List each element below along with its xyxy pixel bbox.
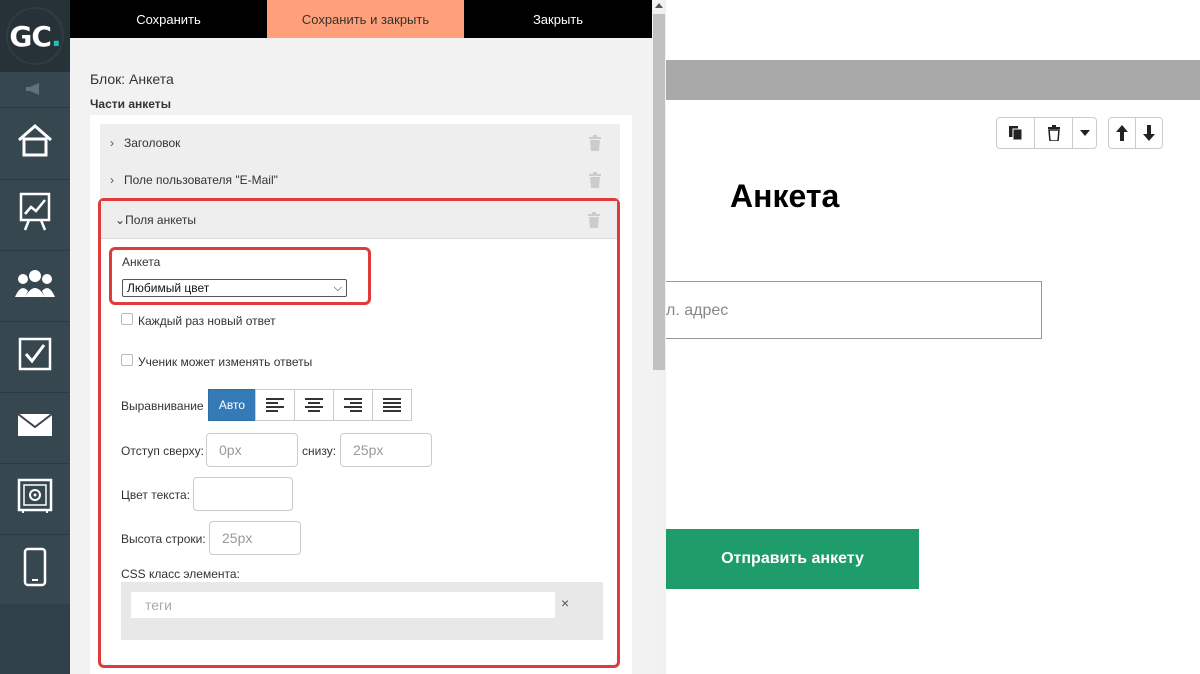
align-right-button[interactable] xyxy=(333,389,373,421)
tags-input[interactable]: теги xyxy=(131,592,555,618)
sidebar-item-mobile[interactable] xyxy=(0,534,70,604)
block-title: Блок: Анкета xyxy=(90,71,174,87)
line-height-input[interactable]: 25px xyxy=(209,521,301,555)
survey-select-group: Анкета Любимый цвет ⌵ xyxy=(109,247,371,305)
survey-select[interactable]: Любимый цвет ⌵ xyxy=(122,279,347,297)
new-answer-checkbox[interactable] xyxy=(121,313,133,325)
trash-icon[interactable] xyxy=(587,212,601,231)
chevron-down-icon: ⌄ xyxy=(115,212,126,227)
block-editor-panel: Сохранить Сохранить и закрыть Закрыть Бл… xyxy=(70,0,652,674)
sidebar-item-home[interactable] xyxy=(0,107,70,177)
part-survey-fields-header[interactable]: ⌄ Поля анкеты xyxy=(101,201,617,239)
clear-tags-icon[interactable]: × xyxy=(561,595,569,611)
arrow-down-icon xyxy=(1143,125,1155,141)
scroll-up-icon[interactable] xyxy=(655,3,663,8)
close-button[interactable]: Закрыть xyxy=(464,0,652,38)
sidebar-item-sales[interactable] xyxy=(0,463,70,533)
align-center-icon xyxy=(305,398,323,412)
preview-email-input[interactable]: л. адрес xyxy=(666,281,1042,339)
part-label: Поля анкеты xyxy=(125,212,197,227)
student-edit-checkbox[interactable] xyxy=(121,354,133,366)
sidebar-item-users[interactable] xyxy=(0,250,70,320)
sidebar-item-tasks[interactable] xyxy=(0,321,70,391)
align-justify-icon xyxy=(383,398,401,412)
part-survey-fields: ⌄ Поля анкеты Анкета Любимый цвет ⌵ Кажд… xyxy=(98,198,620,668)
part-email-field[interactable]: › Поле пользователя "E-Mail" xyxy=(100,161,620,199)
margin-top-input[interactable]: 0px xyxy=(206,433,298,467)
home-icon xyxy=(16,123,54,162)
align-auto-button[interactable]: Авто xyxy=(208,389,256,421)
move-up-button[interactable] xyxy=(1108,117,1136,149)
logo-dot: . xyxy=(50,19,62,53)
scrollbar-thumb[interactable] xyxy=(653,14,665,370)
new-answer-label: Каждый раз новый ответ xyxy=(138,314,276,328)
arrow-up-icon xyxy=(1116,125,1128,141)
safe-icon xyxy=(17,478,53,519)
part-header[interactable]: › Заголовок xyxy=(100,124,620,162)
trash-icon[interactable] xyxy=(588,172,602,191)
preview-gray-strip xyxy=(666,60,1200,100)
survey-select-value: Любимый цвет xyxy=(127,281,210,295)
trash-icon xyxy=(1047,125,1060,141)
copy-block-button[interactable] xyxy=(996,117,1035,149)
part-label: Поле пользователя "E-Mail" xyxy=(124,172,278,187)
sidebar-bottom xyxy=(0,604,70,674)
mobile-icon xyxy=(23,547,47,592)
block-preview: Анкета л. адрес Отправить анкету xyxy=(666,100,1200,674)
chevron-right-icon: › xyxy=(110,135,114,150)
margin-bottom-input[interactable]: 25px xyxy=(340,433,432,467)
preview-top-strip xyxy=(666,0,1200,60)
mail-icon xyxy=(17,413,53,442)
student-edit-label: Ученик может изменять ответы xyxy=(138,355,313,369)
preview-submit-button[interactable]: Отправить анкету xyxy=(666,529,919,589)
text-color-label: Цвет текста: xyxy=(121,488,191,502)
trash-icon[interactable] xyxy=(588,135,602,154)
checkbox-icon xyxy=(18,337,52,376)
save-button[interactable]: Сохранить xyxy=(70,0,267,38)
main-sidebar: GC. xyxy=(0,0,70,674)
part-label: Заголовок xyxy=(124,135,181,150)
more-options-button[interactable] xyxy=(1072,117,1097,149)
css-class-tags: теги × xyxy=(121,582,603,640)
chevron-right-icon: › xyxy=(110,172,114,187)
block-tools xyxy=(996,117,1163,149)
margin-top-label: Отступ сверху: xyxy=(121,444,204,458)
caret-down-icon xyxy=(1079,130,1090,136)
align-justify-button[interactable] xyxy=(372,389,412,421)
users-icon xyxy=(15,267,55,304)
align-left-icon xyxy=(266,398,284,412)
align-left-button[interactable] xyxy=(255,389,295,421)
megaphone-icon[interactable] xyxy=(0,72,70,106)
align-center-button[interactable] xyxy=(294,389,334,421)
align-button-group: Авто xyxy=(208,389,412,421)
css-class-label: CSS класс элемента: xyxy=(121,567,240,581)
logo[interactable]: GC. xyxy=(0,0,70,72)
sidebar-item-mail[interactable] xyxy=(0,392,70,462)
delete-block-button[interactable] xyxy=(1034,117,1073,149)
preview-title: Анкета xyxy=(730,178,840,214)
align-label: Выравнивание xyxy=(121,399,204,413)
survey-select-label: Анкета xyxy=(122,255,161,269)
text-color-input[interactable] xyxy=(193,477,293,511)
move-down-button[interactable] xyxy=(1135,117,1163,149)
parts-title: Части анкеты xyxy=(90,97,171,111)
copy-icon xyxy=(1008,126,1022,141)
line-height-label: Высота строки: xyxy=(121,532,206,546)
parts-list: › Заголовок › Поле пользователя "E-Mail"… xyxy=(90,115,632,674)
save-and-close-button[interactable]: Сохранить и закрыть xyxy=(267,0,464,38)
logo-text: GC xyxy=(9,19,52,53)
chart-board-icon xyxy=(19,192,51,237)
editor-toolbar: Сохранить Сохранить и закрыть Закрыть xyxy=(70,0,652,38)
editor-scrollbar[interactable] xyxy=(652,0,666,674)
logo-badge: GC. xyxy=(6,7,64,65)
sidebar-item-reports[interactable] xyxy=(0,179,70,249)
margin-bottom-label: снизу: xyxy=(302,444,337,458)
chevron-down-icon: ⌵ xyxy=(333,282,342,294)
align-right-icon xyxy=(344,398,362,412)
